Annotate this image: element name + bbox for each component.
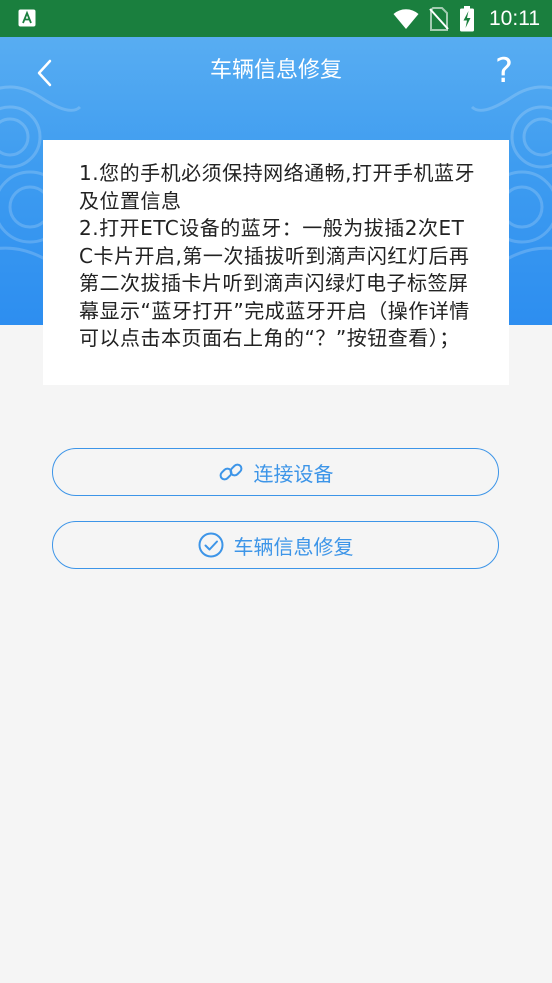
instructions-card: 1.您的手机必须保持网络通畅,打开手机蓝牙及位置信息 2.打开ETC设备的蓝牙：… [43, 140, 509, 385]
instructions-text: 1.您的手机必须保持网络通畅,打开手机蓝牙及位置信息 2.打开ETC设备的蓝牙：… [79, 161, 475, 350]
battery-charging-icon [460, 5, 474, 31]
no-sim-icon [429, 6, 449, 31]
status-bar: 10:11 [0, 0, 552, 37]
page-title: 车辆信息修复 [209, 58, 342, 83]
repair-vehicle-info-label: 车辆信息修复 [233, 534, 354, 559]
repair-vehicle-info-button[interactable]: 车辆信息修复 [52, 521, 499, 569]
connect-device-button[interactable]: 连接设备 [52, 448, 499, 496]
screen: 10:11 车辆信息修复 ? 1.您的手机必须保持网络通畅,打开手机蓝牙及位置信… [0, 0, 552, 983]
link-icon [219, 463, 242, 481]
status-time: 10:11 [489, 6, 540, 30]
connect-device-label: 连接设备 [253, 461, 334, 486]
nav-bar: 车辆信息修复 ? [0, 37, 552, 105]
app-a-icon [18, 9, 36, 27]
back-button[interactable] [26, 53, 66, 93]
status-icons: 10:11 [393, 0, 540, 37]
wifi-icon [393, 8, 419, 29]
chevron-left-icon [37, 59, 52, 87]
check-circle-icon [198, 532, 223, 558]
help-button[interactable]: ? [486, 48, 522, 94]
